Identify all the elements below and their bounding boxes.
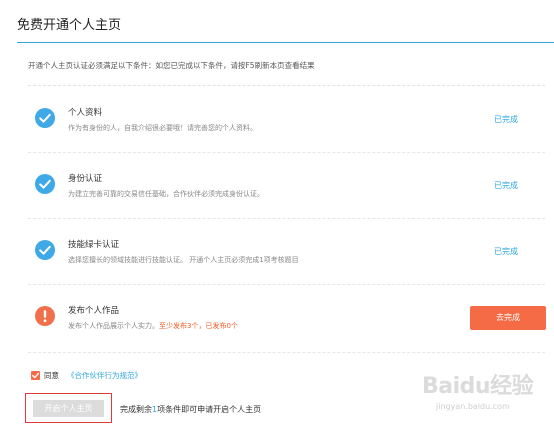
divider bbox=[28, 352, 545, 353]
hint-prefix: 完成剩余 bbox=[120, 405, 152, 414]
exclamation-circle-icon bbox=[35, 306, 55, 326]
requirement-title: 发布个人作品 bbox=[68, 306, 120, 316]
title-underline bbox=[17, 42, 554, 43]
requirement-row-profile: 个人资料 作为有身份的人，自我介绍很必要哦！请完善您的个人资料。 已完成 bbox=[28, 92, 545, 148]
agreement-label: 同意 bbox=[44, 371, 59, 380]
check-circle-icon bbox=[35, 240, 55, 260]
divider bbox=[28, 218, 545, 219]
requirement-description: 作为有身份的人，自我介绍很必要哦！请完善您的个人资料。 bbox=[68, 124, 257, 132]
requirement-description: 发布个人作品展示个人实力。至少发布3个，已发布0个 bbox=[68, 321, 238, 331]
agreement-checkbox[interactable] bbox=[31, 371, 40, 380]
requirements-intro: 开通个人主页认证必须满足以下条件：如您已完成以下条件，请按F5刷新本页查看结果 bbox=[28, 61, 315, 70]
hint-suffix: 项条件即可申请开启个人主页 bbox=[157, 405, 262, 414]
baidu-watermark: Baidu经验 jingyan.baidu.com bbox=[422, 368, 554, 434]
requirement-row-identity: 身份认证 为建立完善可靠的交易信任基础，合作伙伴必须完成身份认证。 已完成 bbox=[28, 158, 545, 214]
divider bbox=[28, 85, 545, 86]
partner-code-link[interactable]: 《合作伙伴行为规范》 bbox=[67, 370, 142, 381]
requirement-description: 选择您擅长的领域技能进行技能认证。 开通个人主页必须完成1项考核题目 bbox=[68, 256, 299, 264]
check-circle-icon bbox=[35, 108, 55, 128]
completed-status: 已完成 bbox=[494, 115, 518, 124]
divider bbox=[28, 152, 545, 153]
completed-status: 已完成 bbox=[494, 247, 518, 256]
works-count-warning: 至少发布3个，已发布0个 bbox=[159, 322, 238, 330]
requirement-title: 技能绿卡认证 bbox=[68, 240, 120, 250]
requirement-title: 身份认证 bbox=[68, 174, 103, 184]
requirement-description: 为建立完善可靠的交易信任基础，合作伙伴必须完成身份认证。 bbox=[68, 190, 264, 198]
go-complete-button[interactable]: 去完成 bbox=[470, 306, 546, 330]
title-bar: 免费开通个人主页 bbox=[0, 0, 554, 43]
open-homepage-highlight: 开启个人主页 bbox=[25, 393, 112, 423]
watermark-logo: Baidu经验 bbox=[422, 374, 534, 399]
page-title: 免费开通个人主页 bbox=[17, 18, 122, 33]
requirement-row-skill-card: 技能绿卡认证 选择您擅长的领域技能进行技能认证。 开通个人主页必须完成1项考核题… bbox=[28, 224, 545, 280]
description-text: 发布个人作品展示个人实力。 bbox=[68, 322, 159, 330]
check-circle-icon bbox=[35, 174, 55, 194]
watermark-url: jingyan.baidu.com bbox=[436, 402, 510, 411]
open-homepage-hint: 完成剩余1项条件即可申请开启个人主页 bbox=[120, 404, 261, 415]
requirement-row-works: 发布个人作品 发布个人作品展示个人实力。至少发布3个，已发布0个 去完成 bbox=[28, 290, 546, 346]
page: 免费开通个人主页 开通个人主页认证必须满足以下条件：如您已完成以下条件，请按F5… bbox=[0, 0, 554, 434]
open-homepage-button[interactable]: 开启个人主页 bbox=[33, 400, 104, 417]
requirement-title: 个人资料 bbox=[68, 108, 103, 118]
completed-status: 已完成 bbox=[494, 181, 518, 190]
divider bbox=[28, 284, 545, 285]
